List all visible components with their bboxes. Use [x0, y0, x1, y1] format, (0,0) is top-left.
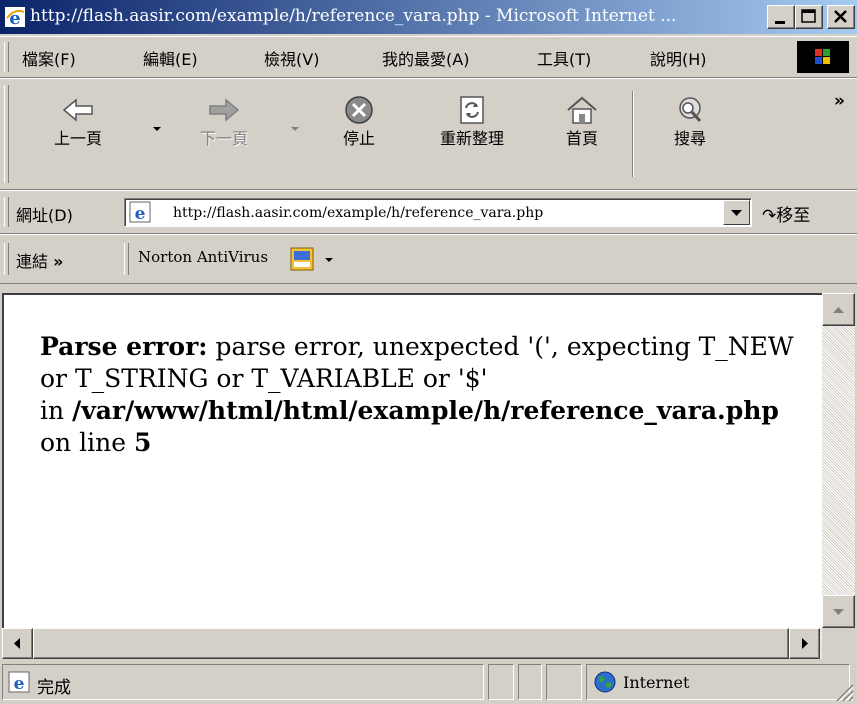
resize-grip-icon[interactable]	[834, 682, 854, 702]
address-bar: 網址(D) e http://flash.aasir.com/example/h…	[0, 190, 857, 234]
maximize-button[interactable]	[795, 5, 823, 29]
links-bar: 連結 » Norton AntiVirus	[0, 234, 857, 284]
menu-grip[interactable]	[4, 42, 9, 72]
go-arrow-icon: ↷	[762, 206, 777, 226]
search-icon	[679, 97, 702, 122]
address-grip[interactable]	[4, 197, 9, 227]
toolbar-grip[interactable]	[4, 85, 9, 183]
menu-tools[interactable]: 工具(T)	[537, 46, 591, 70]
home-icon	[567, 96, 597, 124]
page-icon: e	[129, 201, 151, 223]
menu-help[interactable]: 說明(H)	[650, 46, 707, 70]
svg-text:e: e	[14, 674, 25, 693]
search-button[interactable]: 搜尋	[650, 95, 730, 149]
file-path: /var/www/html/html/example/h/reference_v…	[72, 396, 779, 425]
links-grip[interactable]	[4, 243, 9, 275]
globe-icon	[594, 671, 616, 693]
page-done-icon: e	[8, 671, 30, 693]
scroll-down-button[interactable]	[822, 595, 855, 628]
norton-antivirus-button[interactable]: Norton AntiVirus	[138, 248, 268, 266]
home-label: 首頁	[565, 129, 598, 148]
back-dropdown-icon[interactable]	[153, 127, 161, 131]
refresh-button[interactable]: 重新整理	[410, 95, 534, 149]
links-label[interactable]: 連結 »	[16, 248, 63, 272]
close-icon	[834, 10, 847, 23]
title-bar[interactable]: e http://flash.aasir.com/example/h/refer…	[0, 0, 857, 34]
forward-arrow-icon	[209, 98, 240, 122]
go-label: 移至	[776, 206, 811, 226]
standard-toolbar: 上一頁 下一頁 停止 重新整理 首頁 搜尋 »	[0, 78, 857, 190]
links-text: 連結	[16, 252, 49, 271]
stop-label: 停止	[342, 129, 375, 148]
status-panel-blank-1	[488, 664, 514, 700]
line-number: 5	[133, 428, 152, 457]
search-label: 搜尋	[673, 129, 706, 148]
windows-logo-icon	[797, 41, 849, 73]
minimize-icon	[775, 21, 785, 24]
menu-file[interactable]: 檔案(F)	[22, 46, 76, 70]
zone-text: Internet	[623, 673, 690, 692]
forward-label: 下一頁	[199, 129, 248, 148]
svg-text:e: e	[135, 204, 146, 223]
in-label: in	[40, 396, 65, 425]
up-arrow-icon	[833, 307, 844, 313]
refresh-label: 重新整理	[439, 129, 504, 148]
norton-dropdown-icon[interactable]	[325, 258, 333, 262]
toolbar-separator	[632, 91, 634, 177]
links-chevron: »	[53, 252, 64, 271]
zone-panel: Internet	[586, 664, 850, 700]
page-content: Parse error: parse error, unexpected '('…	[2, 293, 822, 628]
status-bar: e 完成 Internet	[0, 660, 857, 704]
left-arrow-icon	[14, 638, 20, 649]
status-panel-blank-2	[518, 664, 542, 700]
menu-bar: 檔案(F) 編輯(E) 檢視(V) 我的最愛(A) 工具(T) 說明(H)	[0, 36, 857, 78]
stop-button[interactable]: 停止	[314, 95, 404, 149]
forward-button[interactable]: 下一頁	[176, 95, 272, 149]
status-panel-blank-3	[546, 664, 582, 700]
error-label: Parse error:	[40, 332, 208, 361]
back-arrow-icon	[62, 98, 93, 122]
stop-icon	[345, 96, 373, 124]
toolbar-chevron[interactable]: »	[834, 91, 845, 111]
menu-favorites[interactable]: 我的最愛(A)	[382, 46, 469, 70]
dropdown-arrow-icon	[731, 210, 742, 216]
right-arrow-icon	[802, 638, 808, 649]
ie-window: e http://flash.aasir.com/example/h/refer…	[0, 0, 857, 704]
scroll-left-button[interactable]	[2, 628, 33, 659]
refresh-icon	[460, 96, 484, 124]
scroll-right-button[interactable]	[789, 628, 820, 659]
forward-dropdown-icon[interactable]	[291, 127, 299, 131]
address-label: 網址(D)	[16, 206, 73, 225]
back-button[interactable]: 上一頁	[30, 95, 126, 149]
status-panel: e 完成	[2, 664, 484, 700]
on-line-label: on line	[40, 428, 126, 457]
vertical-scrollbar[interactable]	[822, 293, 855, 628]
down-arrow-icon	[833, 609, 844, 615]
go-button[interactable]: ↷移至	[762, 201, 810, 226]
scrollbar-corner	[822, 628, 855, 659]
norton-grip[interactable]	[124, 243, 129, 275]
menu-edit[interactable]: 編輯(E)	[143, 46, 198, 70]
menu-view[interactable]: 檢視(V)	[264, 46, 319, 70]
close-button[interactable]	[827, 5, 855, 29]
maximize-icon	[801, 9, 816, 23]
horizontal-scrollbar[interactable]	[2, 628, 822, 659]
address-input[interactable]: e http://flash.aasir.com/example/h/refer…	[124, 198, 752, 227]
back-label: 上一頁	[53, 129, 102, 148]
status-text: 完成	[37, 678, 71, 698]
norton-icon[interactable]	[290, 246, 316, 272]
window-title: http://flash.aasir.com/example/h/referen…	[30, 6, 677, 26]
horizontal-scroll-thumb[interactable]	[33, 628, 789, 659]
ie-logo-icon: e	[5, 7, 25, 28]
address-url: http://flash.aasir.com/example/h/referen…	[173, 205, 544, 221]
scroll-up-button[interactable]	[822, 293, 855, 326]
minimize-button[interactable]	[767, 5, 795, 29]
address-dropdown-button[interactable]	[723, 200, 750, 225]
home-button[interactable]: 首頁	[540, 95, 624, 149]
error-message-block: Parse error: parse error, unexpected '('…	[40, 331, 820, 459]
